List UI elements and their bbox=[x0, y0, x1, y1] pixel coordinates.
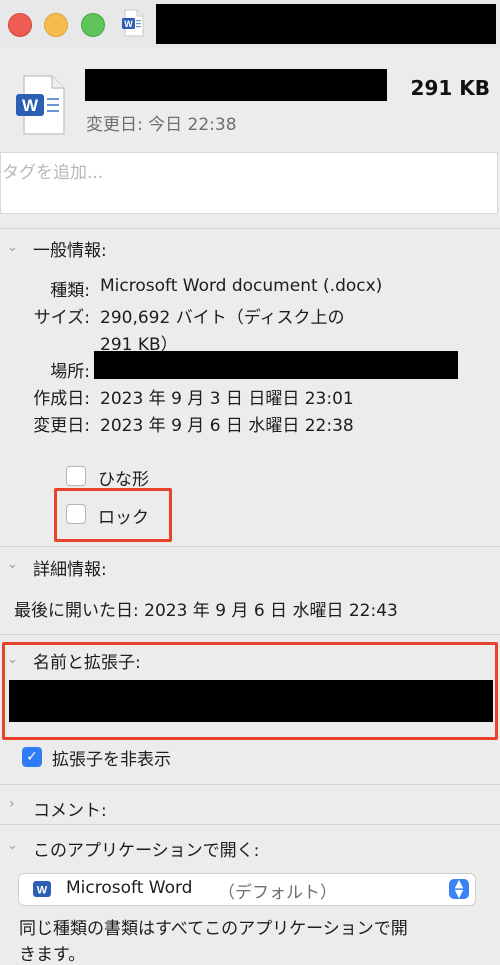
file-name-redacted bbox=[85, 69, 387, 101]
word-document-icon-large: W bbox=[16, 75, 65, 135]
where-label: 場所: bbox=[50, 362, 90, 382]
hide-extension-label: 拡張子を非表示 bbox=[52, 750, 171, 770]
section-general-title[interactable]: 一般情報: bbox=[33, 236, 107, 261]
modified-label: 変更日: bbox=[33, 416, 90, 436]
hide-extension-checkbox[interactable]: ✓ bbox=[22, 747, 42, 767]
app-default: （デフォルト） bbox=[218, 883, 337, 903]
size-label: サイズ: bbox=[33, 308, 90, 328]
svg-text:W: W bbox=[22, 96, 39, 115]
divider bbox=[0, 546, 500, 547]
name-field-redacted[interactable] bbox=[9, 680, 493, 722]
section-comments-title[interactable]: コメント: bbox=[33, 796, 107, 821]
window-title-redacted bbox=[156, 4, 496, 44]
section-open-with-title[interactable]: このアプリケーションで開く: bbox=[33, 836, 259, 861]
stationery-label: ひな形 bbox=[98, 470, 149, 490]
file-size: 291 KB bbox=[410, 76, 490, 100]
stationery-checkbox[interactable] bbox=[66, 466, 86, 486]
section-more-info-title[interactable]: 詳細情報: bbox=[33, 555, 107, 580]
created-value: 2023 年 9 月 3 日 日曜日 23:01 bbox=[100, 389, 354, 409]
word-app-icon: W bbox=[33, 881, 51, 897]
close-window-button[interactable] bbox=[8, 13, 32, 37]
modified-date: 変更日: 今日 22:38 bbox=[86, 115, 237, 135]
chevron-down-icon[interactable]: ⌄ bbox=[7, 652, 18, 667]
locked-label: ロック bbox=[98, 508, 149, 528]
created-label: 作成日: bbox=[33, 389, 90, 409]
app-name: Microsoft Word bbox=[66, 878, 193, 898]
divider bbox=[0, 784, 500, 785]
where-value-redacted bbox=[94, 351, 458, 379]
chevron-down-icon[interactable]: ⌄ bbox=[7, 240, 18, 255]
divider bbox=[0, 634, 500, 635]
checkmark-icon: ✓ bbox=[26, 749, 38, 765]
last-opened: 最後に開いた日: 2023 年 9 月 6 日 水曜日 22:43 bbox=[14, 601, 398, 621]
kind-label: 種類: bbox=[50, 281, 90, 301]
svg-text:W: W bbox=[124, 19, 133, 29]
kind-value: Microsoft Word document (.docx) bbox=[100, 276, 383, 296]
open-with-note: 同じ種類の書類はすべてこのアプリケーションで開 bbox=[19, 919, 408, 939]
zoom-window-button[interactable] bbox=[81, 13, 105, 37]
chevron-right-icon[interactable]: › bbox=[9, 796, 15, 812]
modified-value: 2023 年 9 月 6 日 水曜日 22:38 bbox=[100, 416, 354, 436]
divider bbox=[0, 824, 500, 825]
word-document-icon: W bbox=[122, 9, 144, 37]
open-with-note-line2: きます。 bbox=[19, 945, 86, 965]
tags-placeholder: タグを追加... bbox=[2, 163, 104, 183]
svg-text:W: W bbox=[37, 885, 48, 897]
section-name-ext-title[interactable]: 名前と拡張子: bbox=[33, 648, 141, 673]
chevron-down-icon[interactable]: ⌄ bbox=[7, 557, 18, 572]
divider bbox=[0, 228, 500, 229]
minimize-window-button[interactable] bbox=[44, 13, 68, 37]
popup-arrows-icon: ▲ ▼ bbox=[449, 878, 469, 899]
size-value: 290,692 バイト（ディスク上の bbox=[100, 308, 345, 328]
chevron-down-icon[interactable]: ⌄ bbox=[7, 838, 18, 853]
locked-checkbox[interactable] bbox=[66, 504, 86, 524]
